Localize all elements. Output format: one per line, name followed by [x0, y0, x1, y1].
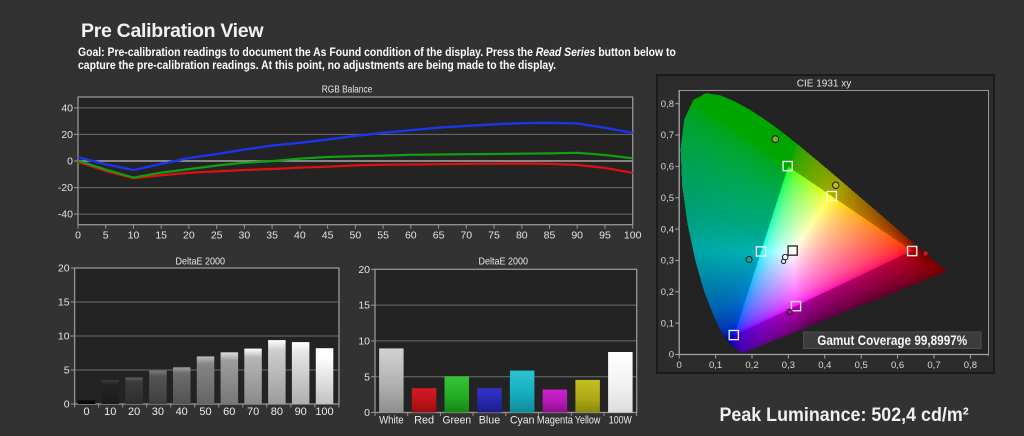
- svg-text:10: 10: [128, 230, 140, 242]
- svg-text:0,2: 0,2: [661, 287, 674, 298]
- svg-text:0,3: 0,3: [782, 360, 795, 371]
- svg-text:0,5: 0,5: [855, 360, 868, 371]
- svg-text:CIE 1931 xy: CIE 1931 xy: [797, 79, 851, 90]
- svg-text:Green: Green: [443, 415, 472, 427]
- svg-text:0,1: 0,1: [661, 318, 674, 329]
- svg-text:Cyan: Cyan: [510, 415, 535, 427]
- svg-text:0: 0: [67, 156, 73, 168]
- svg-text:15: 15: [155, 230, 167, 242]
- svg-text:70: 70: [460, 230, 472, 242]
- svg-text:0: 0: [83, 406, 89, 418]
- svg-text:20: 20: [358, 264, 370, 276]
- svg-text:0,5: 0,5: [661, 193, 674, 204]
- svg-text:0: 0: [677, 360, 682, 371]
- svg-text:30: 30: [239, 230, 251, 242]
- svg-text:25: 25: [211, 230, 223, 242]
- svg-text:-40: -40: [58, 209, 73, 221]
- svg-text:0,1: 0,1: [709, 360, 722, 371]
- svg-text:5: 5: [103, 230, 109, 242]
- svg-text:80: 80: [271, 406, 283, 418]
- svg-text:20: 20: [58, 263, 70, 275]
- svg-text:90: 90: [571, 230, 583, 242]
- svg-text:40: 40: [61, 103, 73, 115]
- svg-text:95: 95: [599, 230, 611, 242]
- svg-text:0,2: 0,2: [745, 360, 758, 371]
- svg-text:20: 20: [61, 129, 73, 141]
- svg-text:100: 100: [315, 406, 333, 418]
- svg-text:0,3: 0,3: [661, 256, 674, 267]
- svg-text:50: 50: [350, 230, 362, 242]
- svg-text:80: 80: [516, 230, 528, 242]
- svg-text:RGB Balance: RGB Balance: [322, 84, 373, 96]
- svg-text:45: 45: [322, 230, 334, 242]
- svg-text:15: 15: [358, 300, 370, 312]
- svg-text:60: 60: [405, 230, 417, 242]
- svg-text:White: White: [379, 415, 404, 427]
- svg-text:50: 50: [199, 406, 211, 418]
- svg-text:10: 10: [58, 331, 70, 343]
- svg-text:75: 75: [488, 230, 500, 242]
- svg-text:10: 10: [358, 336, 370, 348]
- svg-text:100: 100: [624, 230, 642, 242]
- svg-text:Gamut Coverage 99,8997%: Gamut Coverage 99,8997%: [817, 333, 967, 348]
- svg-text:Magenta: Magenta: [537, 415, 574, 427]
- svg-text:0,7: 0,7: [661, 130, 674, 141]
- svg-text:10: 10: [104, 406, 116, 418]
- svg-text:0,8: 0,8: [661, 99, 674, 110]
- svg-text:0,7: 0,7: [927, 360, 940, 371]
- svg-text:0: 0: [364, 407, 370, 419]
- svg-text:0,4: 0,4: [661, 224, 674, 235]
- svg-text:Yellow: Yellow: [575, 415, 601, 427]
- svg-text:40: 40: [294, 230, 306, 242]
- svg-text:65: 65: [433, 230, 445, 242]
- svg-text:85: 85: [544, 230, 556, 242]
- svg-text:35: 35: [266, 230, 278, 242]
- svg-text:0: 0: [64, 399, 70, 411]
- svg-text:0,6: 0,6: [661, 162, 674, 173]
- svg-text:70: 70: [247, 406, 259, 418]
- svg-text:DeltaE 2000: DeltaE 2000: [176, 256, 226, 268]
- svg-text:5: 5: [364, 371, 370, 383]
- svg-text:20: 20: [128, 406, 140, 418]
- svg-text:15: 15: [58, 297, 70, 309]
- svg-text:40: 40: [176, 406, 188, 418]
- svg-text:90: 90: [295, 406, 307, 418]
- svg-text:-20: -20: [58, 182, 73, 194]
- svg-text:5: 5: [64, 365, 70, 377]
- svg-text:0,4: 0,4: [818, 360, 831, 371]
- svg-text:0,6: 0,6: [891, 360, 904, 371]
- svg-text:55: 55: [377, 230, 389, 242]
- svg-text:20: 20: [183, 230, 195, 242]
- svg-text:60: 60: [223, 406, 235, 418]
- svg-text:100W: 100W: [609, 415, 632, 427]
- svg-text:0: 0: [75, 230, 81, 242]
- svg-text:Red: Red: [414, 415, 434, 427]
- svg-text:DeltaE 2000: DeltaE 2000: [479, 256, 529, 268]
- svg-text:0,8: 0,8: [964, 360, 977, 371]
- svg-text:0: 0: [669, 350, 674, 361]
- svg-text:30: 30: [152, 406, 164, 418]
- svg-text:Blue: Blue: [479, 415, 501, 427]
